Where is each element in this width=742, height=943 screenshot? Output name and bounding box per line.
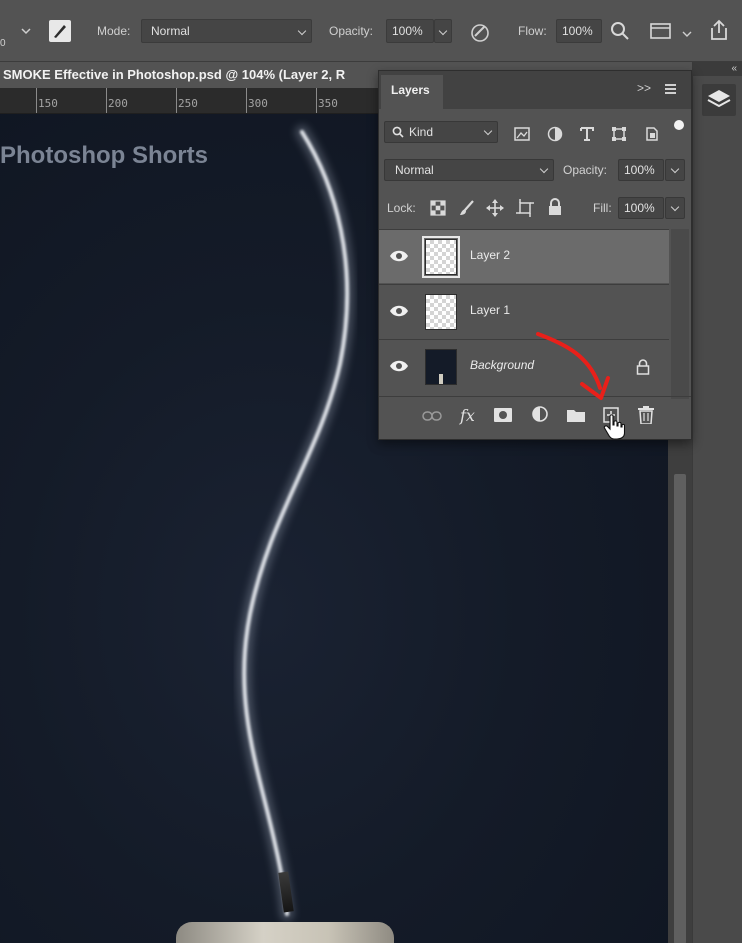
options-bar: 0 Mode: Normal Opacity: 100% Flow: 100% [0,0,742,62]
lock-icon [636,359,650,375]
chevron-down-icon [670,164,680,174]
search-icon [392,126,404,138]
ruler-tick-label: 150 [38,97,58,110]
expand-panel-icon[interactable]: >> [637,81,651,95]
red-arrow-annotation [536,332,610,400]
flow-label: Flow: [518,24,547,38]
layer-opacity-label: Opacity: [563,163,608,177]
layer-thumbnail [422,236,460,278]
layers-icon [707,90,731,108]
mode-label: Mode: [97,24,131,38]
layer-name[interactable]: Layer 1 [470,303,510,317]
lock-transparent-pixels-icon[interactable] [430,200,446,216]
brush-panel-icon[interactable] [48,19,72,43]
opacity-field[interactable]: 100% [386,19,434,43]
horizontal-ruler: 150 200 250 300 350 [0,88,378,114]
layer-opacity-field[interactable]: 100% [618,159,664,181]
lock-label: Lock: [387,201,416,215]
flow-value: 100% [562,24,593,38]
lock-artboard-icon[interactable] [516,199,534,217]
panel-menu-icon[interactable] [663,79,679,99]
eye-icon[interactable] [389,304,409,318]
lock-image-pixels-icon[interactable] [458,199,476,217]
lock-position-icon[interactable] [486,199,504,217]
lock-all-icon[interactable] [547,198,563,216]
filter-kind-select[interactable]: Kind [384,121,498,143]
chevron-down-icon [670,202,680,212]
opacity-value: 100% [392,24,423,38]
mask-icon[interactable] [494,408,512,422]
blend-row: Normal Opacity: 100% [379,157,691,183]
layers-panel-button[interactable] [702,84,736,116]
adjustment-filter-icon[interactable] [547,126,563,142]
workspace-dropdown-icon[interactable] [682,26,692,37]
chevron-down-icon [483,126,493,136]
trash-icon[interactable] [638,406,654,424]
link-icon[interactable] [422,410,442,422]
ruler-tick [106,88,107,113]
ruler-tick-label: 300 [248,97,268,110]
fill-value: 100% [624,201,655,215]
fx-icon[interactable]: fx [460,406,475,425]
ruler-tick [36,88,37,113]
layer-opacity-value: 100% [624,163,655,177]
chevron-down-icon [539,164,549,174]
workspace-icon[interactable] [650,22,672,40]
chevron-down-icon [438,26,448,36]
pressure-opacity-icon[interactable] [468,20,492,44]
document-title: SMOKE Effective in Photoshop.psd @ 104% … [3,67,346,82]
panel-dock: « [692,62,742,943]
lock-row: Lock: Fill: 100% [379,195,691,221]
watermark-text: Photoshop Shorts [0,142,208,169]
shape-filter-icon[interactable] [611,126,627,142]
mode-value: Normal [151,24,190,38]
pixel-filter-icon[interactable] [514,127,530,141]
fill-label: Fill: [593,201,612,215]
ruler-tick [176,88,177,113]
type-filter-icon[interactable] [579,126,595,142]
opacity-label: Opacity: [329,24,374,38]
eye-icon[interactable] [389,249,409,263]
share-icon[interactable] [708,18,730,42]
filter-row: Kind [379,119,691,145]
ruler-tick-label: 250 [178,97,198,110]
hand-cursor-icon [603,414,625,440]
layer-row[interactable]: Layer 2 [379,229,669,283]
dock-collapse-icon[interactable]: « [693,62,742,76]
brush-dropdown-icon[interactable] [20,24,32,36]
scrollbar-thumb[interactable] [674,474,686,943]
layer-name[interactable]: Layer 2 [470,248,510,262]
mode-select[interactable]: Normal [141,19,312,43]
ruler-tick [246,88,247,113]
layers-scrollbar[interactable] [671,229,689,399]
fill-dropdown[interactable] [665,197,685,219]
fill-field[interactable]: 100% [618,197,664,219]
blend-mode-select[interactable]: Normal [384,159,554,181]
search-icon[interactable] [610,21,630,41]
candle-thumbnail-icon [439,374,443,384]
candle [176,922,394,943]
flow-field[interactable]: 100% [556,19,602,43]
layers-tab[interactable]: Layers [381,75,443,109]
blend-mode-value: Normal [395,163,434,177]
chevron-down-icon [297,26,307,36]
layers-panel-header: Layers >> [379,71,691,109]
ruler-tick-label: 200 [108,97,128,110]
ruler-tick [316,88,317,113]
opacity-dropdown[interactable] [434,19,452,43]
eye-icon[interactable] [389,359,409,373]
layer-opacity-dropdown[interactable] [665,159,685,181]
ruler-tick-label: 350 [318,97,338,110]
smart-object-filter-icon[interactable] [644,126,660,142]
filter-toggle-icon[interactable] [673,119,685,131]
brush-size-fragment: 0 [0,38,6,49]
filter-kind-label: Kind [409,125,434,139]
document-tab[interactable]: SMOKE Effective in Photoshop.psd @ 104% … [0,62,382,88]
layer-thumbnail [425,349,457,385]
layer-thumbnail [425,294,457,330]
